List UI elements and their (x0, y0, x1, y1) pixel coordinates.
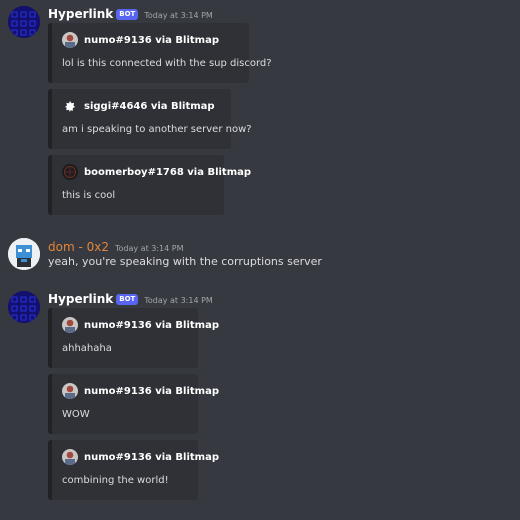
embed-description: WOW (62, 409, 90, 420)
numo-avatar-icon[interactable] (62, 32, 78, 48)
bot-badge: BOT (116, 294, 139, 305)
bot-badge: BOT (116, 9, 139, 20)
embed-author: numo#9136 via Blitmap (62, 383, 219, 399)
embed-description: lol is this connected with the sup disco… (62, 58, 272, 69)
hyperlink-avatar[interactable] (8, 291, 40, 323)
message-text: yeah, you're speaking with the corruptio… (48, 255, 322, 268)
dom-avatar[interactable] (8, 238, 40, 270)
boomerboy-avatar-icon[interactable] (62, 164, 78, 180)
embed-description: am i speaking to another server now? (62, 124, 252, 135)
message-header: Hyperlink BOT Today at 3:14 PM (48, 290, 213, 309)
embed-author-name[interactable]: numo#9136 via Blitmap (84, 452, 219, 463)
embed-author-name[interactable]: boomerboy#1768 via Blitmap (84, 167, 251, 178)
username[interactable]: Hyperlink (48, 292, 113, 306)
siggi-avatar-icon[interactable] (62, 98, 78, 114)
numo-avatar-icon[interactable] (62, 383, 78, 399)
embed-author: numo#9136 via Blitmap (62, 449, 219, 465)
embed-description: ahhahaha (62, 343, 112, 354)
timestamp[interactable]: Today at 3:14 PM (115, 244, 184, 253)
embed-description: this is cool (62, 190, 116, 201)
message-group: dom - 0x2 Today at 3:14 PM yeah, you're s… (0, 230, 520, 275)
message-group: Hyperlink BOT Today at 3:14 PM numo#9136 v… (0, 0, 520, 220)
embed: boomerboy#1768 via Blitmap this is cool (48, 155, 251, 215)
embed-author: numo#9136 via Blitmap (62, 32, 219, 48)
embed: numo#9136 via Blitmap lol is this connec… (48, 23, 272, 83)
embed: numo#9136 via Blitmap combining the worl… (48, 440, 219, 500)
message-group: Hyperlink BOT Today at 3:14 PM numo#9136 v… (0, 287, 520, 512)
embed: numo#9136 via Blitmap WOW (48, 374, 219, 434)
timestamp[interactable]: Today at 3:14 PM (144, 11, 213, 20)
embed-author: boomerboy#1768 via Blitmap (62, 164, 251, 180)
numo-avatar-icon[interactable] (62, 317, 78, 333)
username[interactable]: Hyperlink (48, 7, 113, 21)
timestamp[interactable]: Today at 3:14 PM (144, 296, 213, 305)
username[interactable]: dom - 0x2 (48, 240, 109, 254)
embed-author-name[interactable]: numo#9136 via Blitmap (84, 320, 219, 331)
numo-avatar-icon[interactable] (62, 449, 78, 465)
embed-author-name[interactable]: siggi#4646 via Blitmap (84, 101, 215, 112)
hyperlink-avatar[interactable] (8, 6, 40, 38)
embed-author-name[interactable]: numo#9136 via Blitmap (84, 386, 219, 397)
embed: siggi#4646 via Blitmap am i speaking to … (48, 89, 252, 149)
embed-description: combining the world! (62, 475, 169, 486)
embed-author-name[interactable]: numo#9136 via Blitmap (84, 35, 219, 46)
message-header: Hyperlink BOT Today at 3:14 PM (48, 5, 213, 24)
embed-author: siggi#4646 via Blitmap (62, 98, 215, 114)
embed: numo#9136 via Blitmap ahhahaha (48, 308, 219, 368)
embed-author: numo#9136 via Blitmap (62, 317, 219, 333)
